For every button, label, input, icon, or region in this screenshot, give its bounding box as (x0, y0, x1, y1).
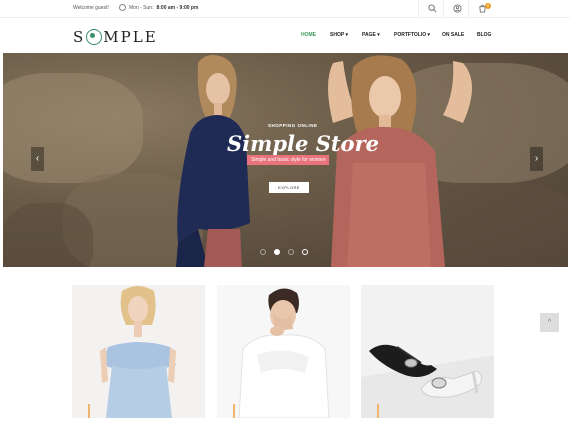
card-accent-line (88, 404, 90, 418)
model-right-image (328, 55, 472, 267)
logo-mark-icon (86, 29, 103, 45)
product-card-shirt[interactable] (217, 285, 350, 418)
hero-title: Simple Store (227, 131, 379, 156)
nav-on-sale[interactable]: ON SALE (442, 32, 464, 38)
prev-slide-button[interactable]: ‹ (31, 147, 44, 171)
hero-slider: ‹ › SHOPPING ONLINE Simple Store Simple … (3, 53, 568, 267)
product-card-dress[interactable] (72, 285, 205, 418)
rock-texture (3, 73, 143, 183)
nav-shop[interactable]: SHOP ▾ (330, 32, 348, 38)
product-image-shoes (361, 285, 494, 398)
top-bar: Welcome guest! Mon - Sun: 8:00 am - 9:00… (0, 0, 570, 18)
rock-texture (3, 203, 93, 267)
nav-portfolio[interactable]: PORTFTOLIO ▾ (394, 32, 430, 38)
slide-dot-active[interactable] (274, 249, 280, 255)
scroll-to-top-button[interactable]: ^ (540, 313, 559, 332)
hero-tagline: Simple and basic style for women (247, 155, 330, 165)
search-icon[interactable] (428, 4, 437, 13)
nav-home[interactable]: HOME (301, 32, 316, 38)
slide-dot[interactable] (260, 249, 266, 255)
next-slide-button[interactable]: › (530, 147, 543, 171)
card-accent-line (377, 404, 379, 418)
nav-blog[interactable]: BLOG (477, 32, 491, 38)
hours-label: Mon - Sun: (129, 4, 154, 11)
product-image-dress (100, 286, 176, 418)
card-accent-line (233, 404, 235, 418)
site-logo[interactable]: S MPLE (73, 28, 158, 46)
logo-text-suffix: MPLE (103, 28, 158, 46)
nav-page[interactable]: PAGE ▾ (362, 32, 380, 38)
opening-hours: Mon - Sun: 8:00 am - 9:00 pm (119, 4, 198, 11)
slide-dot[interactable] (288, 249, 294, 255)
account-icon[interactable] (453, 4, 462, 13)
slide-dot[interactable] (302, 249, 308, 255)
hero-subtitle: SHOPPING ONLINE (268, 123, 318, 128)
divider (468, 0, 469, 17)
clock-icon (119, 4, 126, 11)
welcome-text: Welcome guest! (73, 5, 109, 11)
hours-value: 8:00 am - 9:00 pm (156, 4, 199, 11)
logo-text-prefix: S (73, 28, 86, 46)
cart-count-badge: 0 (485, 3, 491, 9)
slider-pagination (260, 249, 308, 255)
explore-button[interactable]: EXPLORE (269, 182, 309, 193)
divider (418, 0, 419, 17)
divider (443, 0, 444, 17)
product-card-shoes[interactable] (361, 285, 494, 418)
product-image-shirt (238, 288, 330, 418)
main-header: S MPLE HOME SHOP ▾ PAGE ▾ PORTFTOLIO ▾ O… (0, 18, 570, 53)
